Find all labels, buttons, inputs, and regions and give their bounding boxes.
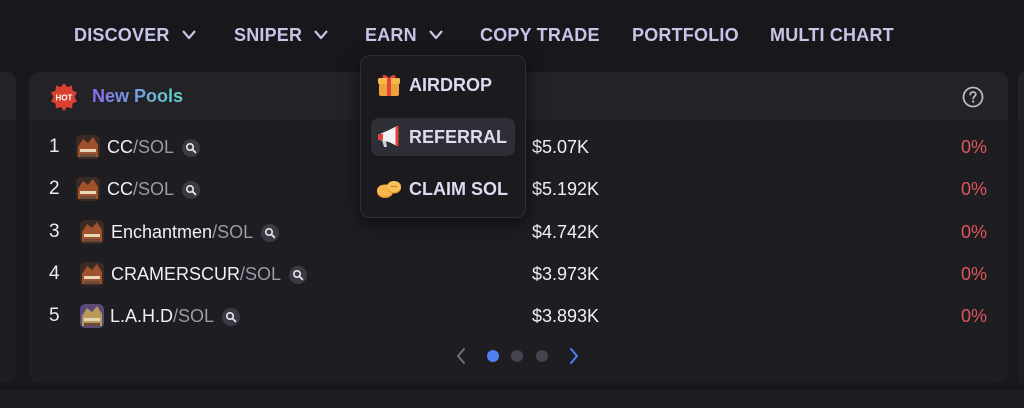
chevron-down-icon: [428, 30, 443, 40]
pool-change: 0%: [960, 222, 987, 242]
right-panel-edge: [1018, 72, 1024, 383]
pool-rank: 1: [49, 136, 60, 157]
search-icon[interactable]: [182, 180, 201, 199]
hot-badge-icon: HOT: [51, 83, 77, 111]
nav-earn-label: EARN: [365, 24, 417, 45]
chevron-left-icon[interactable]: [453, 346, 469, 366]
question-circle-icon[interactable]: [962, 86, 984, 108]
pool-change: 0%: [960, 264, 987, 284]
token-avatar-icon: [80, 304, 104, 328]
token-symbol: L.A.H.D: [110, 306, 174, 326]
pool-change: 0%: [960, 179, 987, 199]
megaphone-icon: [378, 126, 399, 147]
pool-price: $5.07K: [532, 137, 590, 157]
pagination: [29, 344, 1008, 368]
token-symbol: CRAMERSCUR: [111, 264, 241, 284]
search-icon[interactable]: [289, 265, 308, 284]
search-icon[interactable]: [182, 138, 201, 157]
table-row[interactable]: 5 L.A.H.D/SOL $3.893K 0%: [29, 296, 1008, 338]
token-pair[interactable]: CC/SOL: [107, 179, 201, 200]
svg-text:HOT: HOT: [56, 94, 73, 103]
token-avatar-icon: [80, 262, 104, 286]
token-symbol: CC: [107, 179, 133, 199]
nav-portfolio-label: PORTFOLIO: [632, 24, 739, 45]
token-pair[interactable]: CC/SOL: [107, 137, 201, 158]
page-dot[interactable]: [511, 350, 523, 362]
nav-sniper[interactable]: SNIPER: [234, 23, 329, 47]
token-pair[interactable]: L.A.H.D/SOL: [110, 306, 241, 327]
page-dot-active[interactable]: [487, 350, 499, 362]
nav-sniper-label: SNIPER: [234, 24, 303, 45]
nav-portfolio[interactable]: PORTFOLIO: [632, 23, 739, 47]
bottom-panel-edge: [0, 390, 1024, 408]
token-avatar-icon: [76, 135, 100, 159]
pool-price: $3.973K: [532, 264, 600, 284]
table-row[interactable]: 4 CRAMERSCUR/SOL $3.973K 0%: [29, 254, 1008, 296]
menu-item-referral-label: REFERRAL: [409, 126, 507, 147]
pool-rank: 3: [49, 221, 60, 242]
page-dot[interactable]: [536, 350, 548, 362]
quote-symbol: /SOL: [133, 137, 175, 157]
search-icon[interactable]: [222, 307, 241, 326]
pool-price: $4.742K: [532, 222, 600, 242]
quote-symbol: /SOL: [173, 306, 215, 326]
panel-title: New Pools: [92, 86, 184, 106]
pool-price: $3.893K: [532, 306, 600, 326]
quote-symbol: /SOL: [133, 179, 175, 199]
menu-item-referral[interactable]: REFERRAL: [371, 118, 515, 156]
menu-item-airdrop-label: AIRDROP: [409, 74, 493, 95]
table-row[interactable]: 3 Enchantmen/SOL $4.742K 0%: [29, 212, 1008, 254]
token-symbol: CC: [107, 137, 133, 157]
earn-dropdown-menu: AIRDROP REFERRAL CLAIM SOL: [360, 55, 526, 218]
token-pair[interactable]: Enchantmen/SOL: [111, 222, 280, 243]
pool-change: 0%: [960, 137, 987, 157]
search-icon[interactable]: [261, 223, 280, 242]
pool-change: 0%: [960, 306, 987, 326]
token-symbol: Enchantmen: [111, 222, 213, 242]
pool-rank: 4: [49, 263, 60, 284]
nav-copy-trade-label: COPY TRADE: [480, 24, 600, 45]
nav-multi-chart[interactable]: MULTI CHART: [770, 23, 894, 47]
nav-earn[interactable]: EARN: [365, 23, 443, 47]
pool-rank: 2: [49, 178, 60, 199]
chevron-down-icon: [181, 30, 196, 40]
menu-item-claim-sol-label: CLAIM SOL: [409, 178, 508, 199]
nav-discover-label: DISCOVER: [74, 24, 170, 45]
coins-icon: [377, 181, 401, 198]
nav-multi-chart-label: MULTI CHART: [770, 24, 894, 45]
chevron-right-icon[interactable]: [566, 346, 582, 366]
nav-copy-trade[interactable]: COPY TRADE: [480, 23, 600, 47]
quote-symbol: /SOL: [212, 222, 254, 242]
token-avatar-icon: [80, 220, 104, 244]
token-avatar-icon: [76, 177, 100, 201]
pool-rank: 5: [49, 305, 60, 326]
quote-symbol: /SOL: [240, 264, 282, 284]
nav-discover[interactable]: DISCOVER: [74, 23, 196, 47]
chevron-down-icon: [314, 30, 329, 40]
left-panel-edge: [0, 72, 16, 383]
menu-item-airdrop[interactable]: AIRDROP: [371, 66, 515, 104]
token-pair[interactable]: CRAMERSCUR/SOL: [111, 264, 308, 285]
pool-price: $5.192K: [532, 179, 600, 199]
gift-icon: [378, 74, 400, 96]
menu-item-claim-sol[interactable]: CLAIM SOL: [371, 170, 515, 208]
